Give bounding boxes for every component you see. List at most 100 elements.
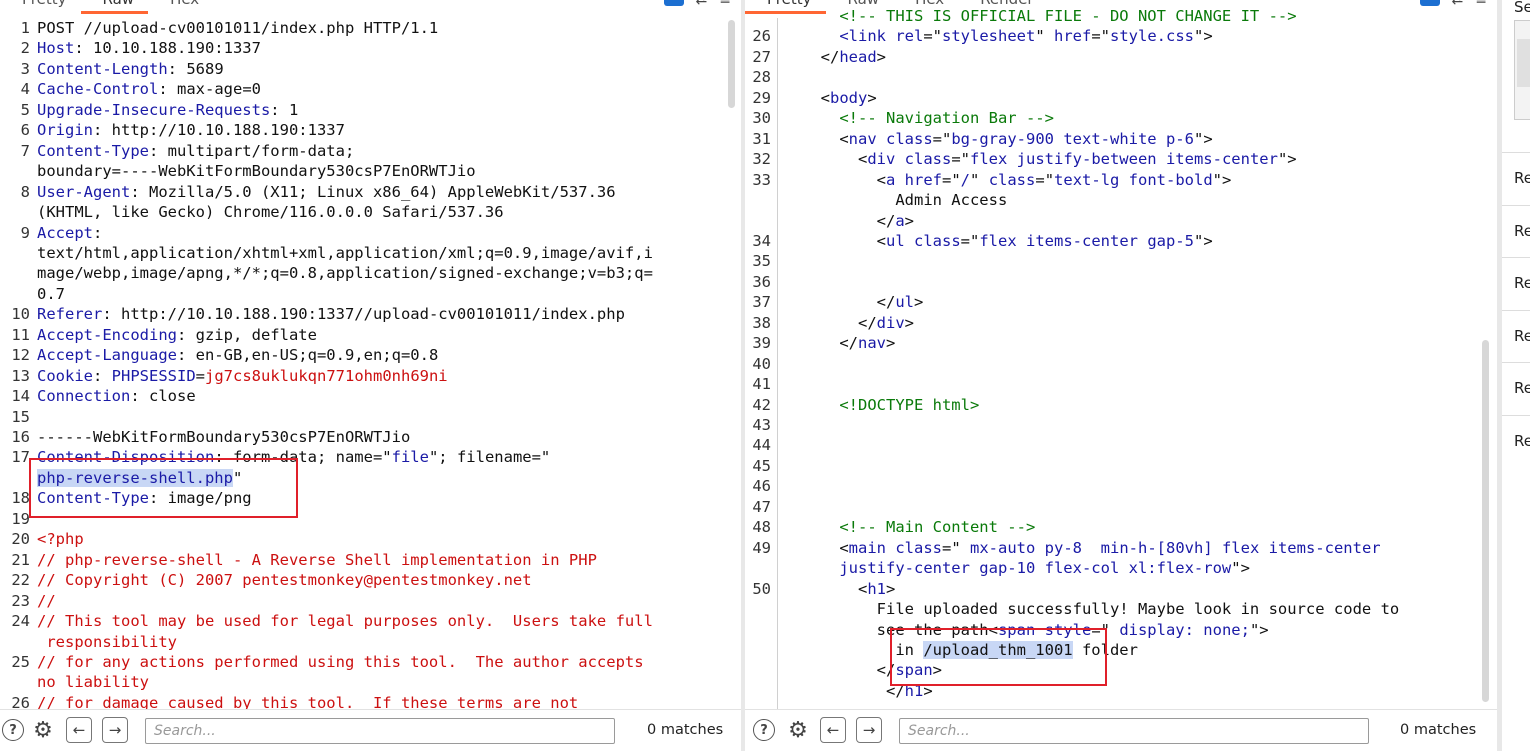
side-panel-item[interactable]: Re [1502,257,1530,309]
gear-icon[interactable]: ⚙ [785,717,811,743]
code-line[interactable]: 6 Origin: http://10.10.188.190:1337 [0,120,741,141]
code-line[interactable]: 39 </nav> [745,333,1497,354]
code-line[interactable]: 23 // [0,591,741,612]
code-line[interactable]: 38 </div> [745,313,1497,334]
inspector-toggle-icon[interactable] [663,0,684,6]
search-input[interactable]: Search... [145,718,615,744]
code-line[interactable]: File uploaded successfully! Maybe look i… [745,599,1497,620]
code-line[interactable]: 8 User-Agent: Mozilla/5.0 (X11; Linux x86… [0,182,741,203]
code-line[interactable]: 44 [745,435,1497,456]
code-line[interactable]: <!-- THIS IS OFFICIAL FILE - DO NOT CHAN… [745,6,1497,27]
code-line[interactable]: 30 <!-- Navigation Bar --> [745,108,1497,129]
side-panel-title: Se [1514,0,1530,16]
code-line[interactable]: 28 [745,67,1497,88]
code-line[interactable]: </span> [745,660,1497,681]
code-line[interactable]: 47 [745,497,1497,518]
code-line[interactable]: 40 [745,354,1497,375]
code-line[interactable]: 35 [745,251,1497,272]
code-line[interactable]: 41 [745,374,1497,395]
code-line[interactable]: boundary=----WebKitFormBoundary530csP7En… [0,161,741,182]
code-token: " [1035,27,1054,46]
code-line[interactable]: 49 <main class=" mx-auto py-8 min-h-[80v… [745,538,1497,559]
line-number: 44 [752,436,771,455]
code-line[interactable]: 42 <!DOCTYPE html> [745,395,1497,416]
code-line[interactable]: 10 Referer: http://10.10.188.190:1337//up… [0,304,741,325]
line-number: 31 [752,129,771,148]
code-line[interactable]: text/html,application/xhtml+xml,applicat… [0,243,741,264]
tab-hex[interactable]: Hex [148,0,213,14]
code-line[interactable]: 15 [0,407,741,428]
code-line[interactable]: in /upload_thm_1001 folder [745,640,1497,661]
side-panel-item[interactable]: Re [1502,205,1530,257]
code-token: User-Agent [37,182,131,201]
code-line[interactable]: 5 Upgrade-Insecure-Requests: 1 [0,100,741,121]
code-line[interactable]: 45 [745,456,1497,477]
code-line[interactable]: 50 <h1> [745,579,1497,600]
code-line[interactable]: 36 [745,272,1497,293]
code-line[interactable]: 34 <ul class="flex items-center gap-5"> [745,231,1497,252]
code-line[interactable]: 7 Content-Type: multipart/form-data; [0,141,741,162]
next-match-button[interactable]: → [856,717,882,743]
code-line[interactable]: mage/webp,image/apng,*/*;q=0.8,applicati… [0,263,741,284]
line-number: 37 [752,293,771,312]
tab-raw[interactable]: Raw [80,0,149,14]
code-line[interactable]: 27 </head> [745,47,1497,68]
code-line[interactable]: 25 // for any actions performed using thi… [0,652,741,673]
side-panel-item[interactable]: Re [1502,415,1530,467]
side-panel-item[interactable]: Re [1502,310,1530,362]
help-icon[interactable]: ? [753,719,775,741]
code-line[interactable]: responsibility [0,632,741,653]
tab-pretty[interactable]: Pretty [0,0,81,14]
code-line[interactable]: 24 // This tool may be used for legal pur… [0,611,741,632]
code-line[interactable]: justify-center gap-10 flex-col xl:flex-r… [745,558,1497,579]
code-line[interactable]: no liability [0,672,741,693]
code-token: div [876,313,905,332]
side-panel-item[interactable]: Re [1502,362,1530,414]
code-line[interactable]: 32 <div class="flex justify-between item… [745,149,1497,170]
code-line[interactable]: 21 // php-reverse-shell - A Reverse Shell… [0,550,741,571]
menu-icon[interactable]: ≡ [719,0,731,8]
code-line[interactable]: 48 <!-- Main Content --> [745,517,1497,538]
code-line[interactable]: </a> [745,211,1497,232]
code-line[interactable]: 12 Accept-Language: en-GB,en-US;q=0.9,en;… [0,345,741,366]
code-line[interactable]: 4 Cache-Control: max-age=0 [0,79,741,100]
code-line[interactable]: 16 ------WebKitFormBoundary530csP7EnORWTJ… [0,427,741,448]
code-line[interactable]: (KHTML, like Gecko) Chrome/116.0.0.0 Saf… [0,202,741,223]
code-line[interactable]: 9 Accept: [0,223,741,244]
code-line[interactable]: 13 Cookie: PHPSESSID=jg7cs8uklukqn771ohm0… [0,366,741,387]
code-line[interactable]: 11 Accept-Encoding: gzip, deflate [0,325,741,346]
prev-match-button[interactable]: ← [820,717,846,743]
search-input[interactable]: Search... [899,718,1369,744]
request-pane: Pretty Raw Hex ⇄ ≡ 1 POST //upload-cv0010… [0,0,741,751]
request-editor[interactable]: 1 POST //upload-cv00101011/index.php HTTP… [0,18,741,712]
response-editor[interactable]: <!-- THIS IS OFFICIAL FILE - DO NOT CHAN… [745,7,1497,709]
help-icon[interactable]: ? [2,719,24,741]
code-line[interactable]: 26 <link rel="stylesheet" href="style.cs… [745,26,1497,47]
code-line[interactable]: 1 POST //upload-cv00101011/index.php HTTP… [0,18,741,39]
code-line[interactable]: 3 Content-Length: 5689 [0,59,741,80]
next-match-button[interactable]: → [102,717,128,743]
code-line[interactable]: 31 <nav class="bg-gray-900 text-white p-… [745,129,1497,150]
side-panel-item[interactable]: Re [1502,152,1530,204]
code-line[interactable]: 14 Connection: close [0,386,741,407]
code-line[interactable]: 46 [745,476,1497,497]
response-scrollbar[interactable] [1482,340,1489,702]
request-scrollbar[interactable] [728,20,735,108]
line-number: 17 [11,448,30,467]
prev-match-button[interactable]: ← [66,717,92,743]
code-token: div [867,150,905,169]
gear-icon[interactable]: ⚙ [30,717,56,743]
code-line[interactable]: Admin Access [745,190,1497,211]
line-number: 49 [752,538,771,557]
code-line[interactable]: 37 </ul> [745,292,1497,313]
code-line[interactable]: 33 <a href="/" class="text-lg font-bold"… [745,170,1497,191]
code-line[interactable]: 2 Host: 10.10.188.190:1337 [0,38,741,59]
wrap-icon[interactable]: ⇄ [696,0,708,8]
code-line[interactable]: 22 // Copyright (C) 2007 pentestmonkey@pe… [0,570,741,591]
code-line[interactable]: see the path<span style=" display: none;… [745,620,1497,641]
code-line[interactable]: </h1> [745,681,1497,702]
code-line[interactable]: 20 <?php [0,529,741,550]
code-line[interactable]: 43 [745,415,1497,436]
code-line[interactable]: 29 <body> [745,88,1497,109]
code-line[interactable]: 0.7 [0,284,741,305]
